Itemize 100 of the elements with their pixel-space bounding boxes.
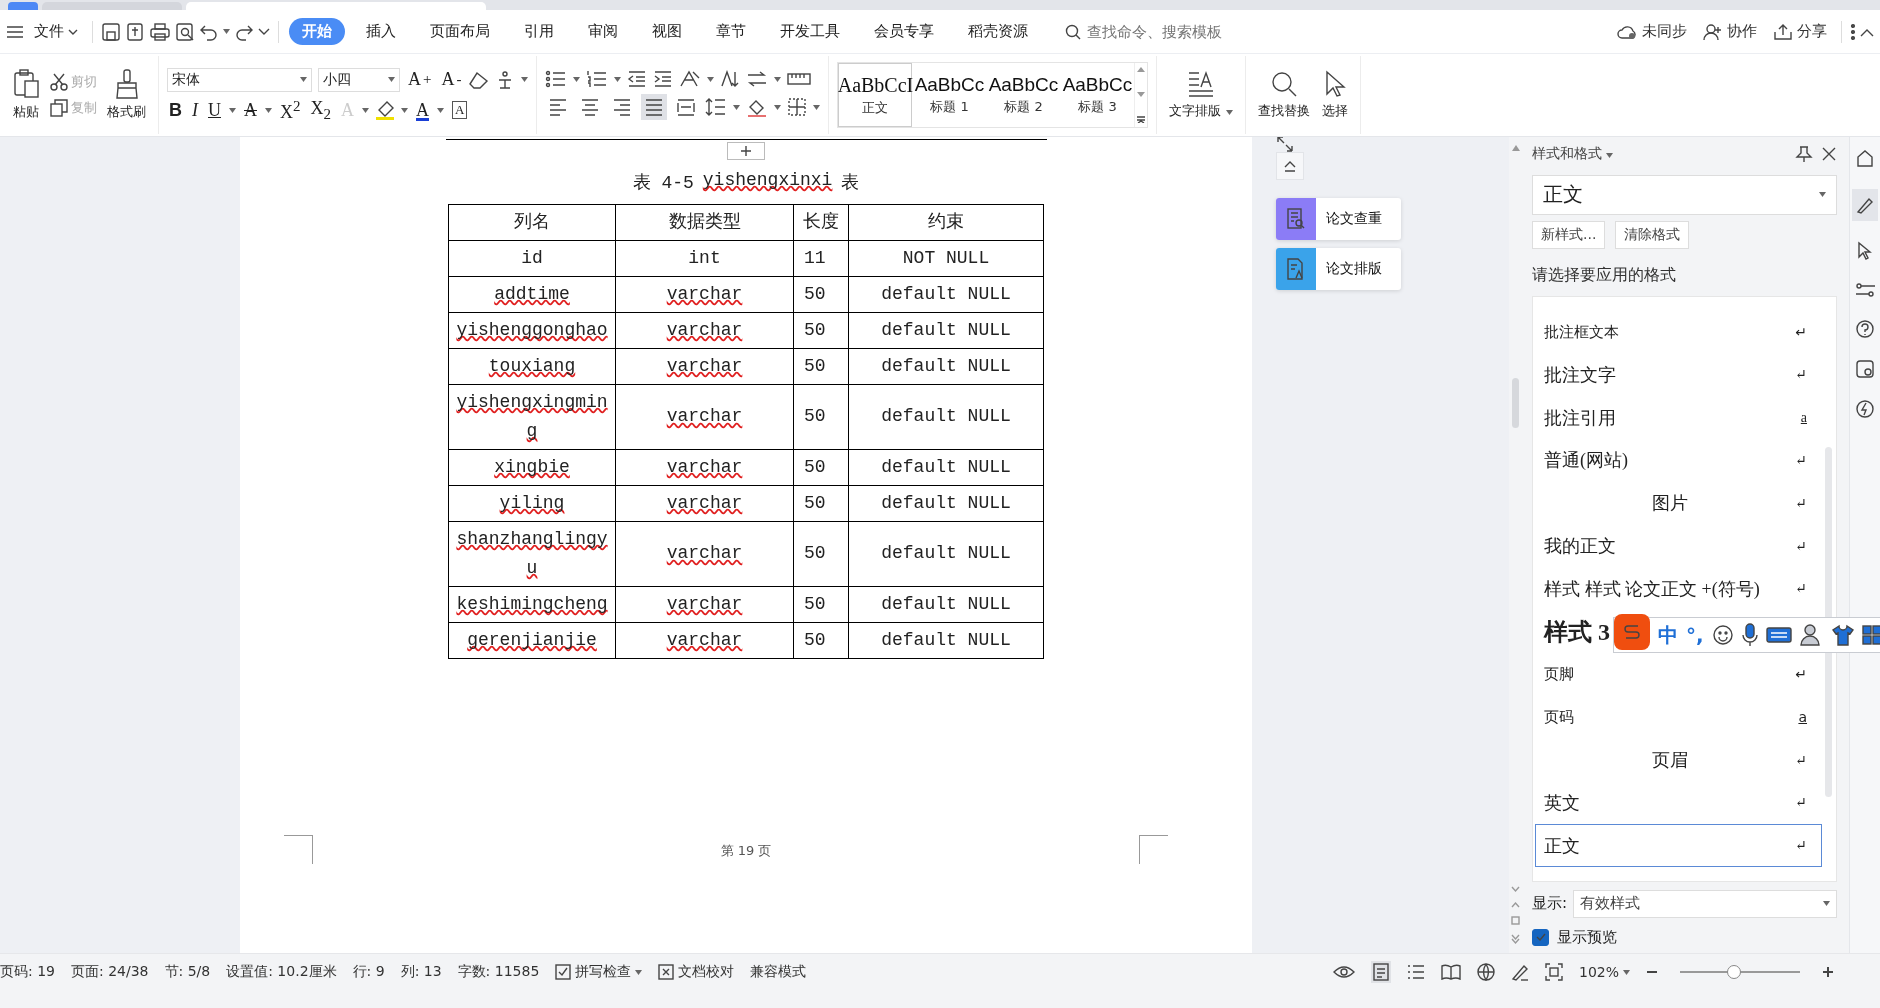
- globe-icon[interactable]: [1476, 963, 1495, 982]
- caret-icon[interactable]: [300, 77, 307, 83]
- export-icon[interactable]: [125, 21, 145, 42]
- expand-gallery-icon[interactable]: [1137, 116, 1146, 124]
- ribbon-tab[interactable]: 引用: [511, 18, 567, 46]
- style-item[interactable]: 正文 ↵: [1535, 824, 1822, 868]
- save-icon[interactable]: [101, 21, 121, 42]
- style-item[interactable]: 页码 a: [1535, 695, 1822, 739]
- current-style-select[interactable]: 正文: [1532, 174, 1837, 215]
- ruler-icon[interactable]: [787, 72, 812, 87]
- microphone-icon[interactable]: [1741, 623, 1758, 647]
- caret-icon[interactable]: [229, 107, 236, 113]
- font-size-select[interactable]: 小四: [318, 67, 400, 92]
- spellcheck-button[interactable]: 拼写检查: [555, 963, 643, 982]
- caret-icon[interactable]: [1823, 901, 1830, 907]
- book-icon[interactable]: [1440, 964, 1461, 981]
- format-button[interactable]: A: [450, 101, 470, 120]
- expand-icon[interactable]: [1276, 136, 1294, 153]
- pin-icon[interactable]: [1795, 144, 1813, 163]
- preview-icon[interactable]: [175, 21, 195, 42]
- sort-icon[interactable]: [720, 70, 741, 89]
- format-button[interactable]: B: [167, 99, 184, 121]
- page-nav-icon[interactable]: [1511, 885, 1520, 946]
- caret-icon[interactable]: [265, 107, 272, 113]
- eye-icon[interactable]: [1332, 964, 1355, 981]
- format-button[interactable]: I: [190, 99, 200, 121]
- zoom-thumb[interactable]: [1727, 965, 1741, 980]
- style-item[interactable]: 批注框文本 ↵: [1535, 310, 1822, 354]
- ribbon-tab[interactable]: 审阅: [575, 18, 631, 46]
- chart-card-icon[interactable]: [1855, 358, 1875, 379]
- keyboard-icon[interactable]: [1765, 626, 1792, 644]
- caret-icon[interactable]: [388, 77, 395, 83]
- more-icon[interactable]: [1850, 22, 1856, 41]
- home-tab[interactable]: [8, 1, 38, 10]
- ribbon-tab[interactable]: 会员专享: [861, 18, 947, 46]
- format-button[interactable]: X$^{2}$: [278, 97, 303, 123]
- style-item[interactable]: 普通(网站) ↵: [1535, 439, 1822, 482]
- help-icon[interactable]: [1855, 318, 1875, 339]
- pen-icon[interactable]: [1510, 963, 1529, 982]
- shirt-icon[interactable]: [1831, 624, 1854, 646]
- panel-title[interactable]: 样式和格式: [1532, 144, 1787, 163]
- caret-icon[interactable]: [223, 29, 230, 35]
- punctuation-button[interactable]: °,: [1686, 623, 1704, 647]
- indent-icon[interactable]: [653, 70, 674, 89]
- align-button[interactable]: [641, 94, 668, 121]
- caret-icon[interactable]: [1225, 110, 1233, 116]
- print-icon[interactable]: [149, 21, 171, 42]
- caret-icon[interactable]: [614, 76, 622, 82]
- style-item[interactable]: 英文 ↵: [1535, 781, 1822, 825]
- line-break-icon[interactable]: [746, 70, 769, 89]
- eraser-icon[interactable]: [469, 70, 490, 89]
- caret-icon[interactable]: [521, 77, 529, 83]
- style-item[interactable]: 批注引用 a: [1535, 396, 1822, 440]
- style-item[interactable]: 样式 样式 论文正文 +(符号) ↵: [1535, 567, 1822, 611]
- tool-button[interactable]: 论文查重: [1276, 197, 1401, 240]
- ribbon-tab[interactable]: 开发工具: [767, 18, 853, 46]
- scrollbar-thumb[interactable]: [1825, 446, 1832, 797]
- caret-icon[interactable]: [1819, 192, 1826, 198]
- preview-checkbox[interactable]: [1532, 928, 1549, 946]
- cursor-icon[interactable]: [1855, 240, 1875, 261]
- format-painter-button[interactable]: 格式刷: [103, 67, 150, 124]
- ribbon-tab[interactable]: 插入: [353, 18, 409, 46]
- sync-status[interactable]: 未同步: [1642, 22, 1687, 42]
- ribbon-tab[interactable]: 视图: [639, 18, 695, 46]
- share-button[interactable]: 分享: [1797, 22, 1827, 42]
- zoom-out-icon[interactable]: [1646, 970, 1658, 975]
- format-button[interactable]: A: [242, 99, 259, 121]
- style-preset[interactable]: AaBbCcI 正文: [838, 63, 913, 128]
- file-menu[interactable]: 文件: [28, 18, 84, 46]
- bolt-icon[interactable]: [1855, 398, 1875, 419]
- caret-icon[interactable]: [635, 969, 643, 975]
- display-select[interactable]: 有效样式: [1573, 889, 1837, 918]
- highlighter-icon[interactable]: [375, 100, 395, 121]
- ribbon-tab[interactable]: 页面布局: [417, 18, 503, 46]
- collapse-button[interactable]: [1276, 151, 1304, 180]
- input-mode-button[interactable]: 中: [1658, 621, 1678, 649]
- scroll-up-icon[interactable]: [1137, 67, 1146, 73]
- zoom-in-icon[interactable]: [1822, 966, 1834, 979]
- text-direction-icon[interactable]: [679, 70, 702, 89]
- caret-icon[interactable]: [401, 107, 408, 113]
- style-preset[interactable]: AaBbCc 标题 1: [912, 63, 987, 128]
- style-item[interactable]: 页脚 ↵: [1535, 653, 1822, 696]
- collaborate-button[interactable]: 协作: [1727, 22, 1757, 42]
- ribbon-tab[interactable]: 稻壳资源: [955, 18, 1041, 46]
- line-spacing-icon[interactable]: [705, 97, 728, 118]
- caret-icon[interactable]: [774, 76, 782, 82]
- text-layout-button[interactable]: 文字排版: [1165, 68, 1237, 123]
- caret-icon[interactable]: [774, 104, 782, 110]
- style-item[interactable]: 我的正文 ↵: [1535, 524, 1822, 568]
- style-item[interactable]: 图片 ↵: [1535, 481, 1822, 525]
- zoom-select[interactable]: 102%: [1578, 964, 1630, 981]
- page-view-icon[interactable]: [1372, 963, 1389, 982]
- outdent-icon[interactable]: [627, 70, 648, 89]
- format-button[interactable]: U: [206, 99, 223, 121]
- caret-icon[interactable]: [1623, 969, 1630, 975]
- fit-icon[interactable]: [1544, 963, 1563, 982]
- format-button[interactable]: A: [414, 99, 431, 121]
- style-action-button[interactable]: 新样式...: [1532, 220, 1606, 249]
- style-preset[interactable]: AaBbCc 标题 2: [986, 63, 1061, 128]
- scrollbar-thumb[interactable]: [1512, 378, 1519, 429]
